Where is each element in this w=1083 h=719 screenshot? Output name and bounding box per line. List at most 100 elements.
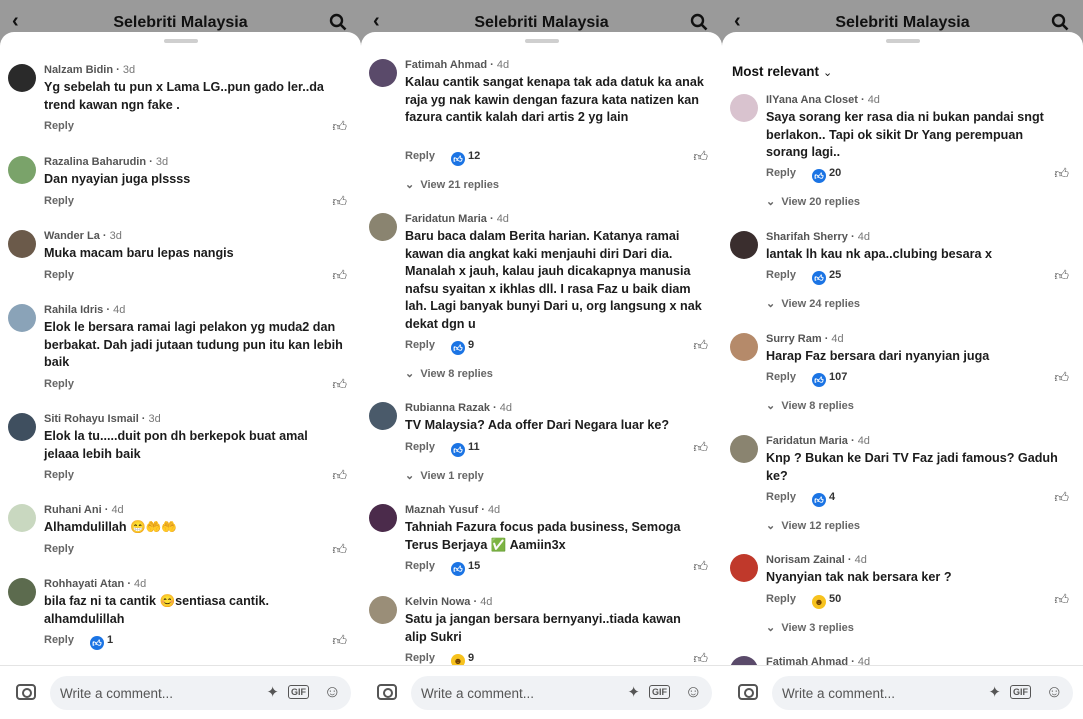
- like-thumb-icon[interactable]: 👍︎: [332, 632, 347, 649]
- author-name[interactable]: Rahila Idris: [44, 304, 103, 316]
- reply-button[interactable]: Reply: [405, 560, 435, 572]
- reaction-count[interactable]: 👍︎ 12: [450, 150, 480, 166]
- like-thumb-icon[interactable]: 👍︎: [332, 267, 347, 284]
- avatar[interactable]: [369, 213, 397, 241]
- reply-button[interactable]: Reply: [44, 634, 74, 646]
- reply-button[interactable]: Reply: [766, 371, 796, 383]
- like-thumb-icon[interactable]: 👍︎: [693, 148, 708, 165]
- view-replies-button[interactable]: ⌄ View 21 replies: [405, 178, 499, 191]
- avatar[interactable]: [8, 304, 36, 332]
- avatar[interactable]: [369, 59, 397, 87]
- comment-author[interactable]: Rubianna Razak · 4d: [405, 402, 512, 414]
- reply-button[interactable]: Reply: [44, 195, 74, 207]
- author-name[interactable]: Surry Ram: [766, 333, 822, 345]
- comment-author[interactable]: Ruhani Ani · 4d: [44, 504, 124, 516]
- sort-dropdown[interactable]: Most relevant ⌄: [732, 64, 832, 79]
- author-name[interactable]: Ruhani Ani: [44, 504, 102, 516]
- like-thumb-icon[interactable]: 👍︎: [332, 541, 347, 558]
- sparkle-sticker-icon[interactable]: ✦: [627, 683, 640, 701]
- reaction-count[interactable]: 👍︎ 107: [811, 371, 847, 387]
- comment-author[interactable]: Wander La · 3d: [44, 230, 122, 242]
- avatar[interactable]: [730, 435, 758, 463]
- comment-input-box[interactable]: ✦ GIF ☺: [411, 676, 712, 710]
- gif-icon[interactable]: GIF: [288, 685, 309, 699]
- comment-author[interactable]: Fatimah Ahmad · 4d: [405, 59, 509, 71]
- like-thumb-icon[interactable]: 👍︎: [1054, 591, 1069, 608]
- emoji-icon[interactable]: ☺: [324, 682, 341, 702]
- view-replies-button[interactable]: ⌄ View 20 replies: [766, 195, 860, 208]
- sparkle-sticker-icon[interactable]: ✦: [988, 683, 1001, 701]
- like-thumb-icon[interactable]: 👍︎: [693, 439, 708, 456]
- camera-icon[interactable]: [738, 684, 758, 700]
- comment-author[interactable]: Kelvin Nowa · 4d: [405, 596, 492, 608]
- reply-button[interactable]: Reply: [766, 269, 796, 281]
- like-thumb-icon[interactable]: 👍︎: [332, 193, 347, 210]
- comment-author[interactable]: Nalzam Bidin · 3d: [44, 64, 135, 76]
- author-name[interactable]: Fatimah Ahmad: [405, 59, 487, 71]
- reply-button[interactable]: Reply: [44, 269, 74, 281]
- view-replies-button[interactable]: ⌄ View 1 reply: [405, 469, 484, 482]
- avatar[interactable]: [8, 64, 36, 92]
- avatar[interactable]: [730, 333, 758, 361]
- search-icon[interactable]: [1051, 13, 1069, 31]
- author-name[interactable]: Siti Rohayu Ismail: [44, 413, 139, 425]
- reply-button[interactable]: Reply: [766, 167, 796, 179]
- reply-button[interactable]: Reply: [405, 652, 435, 664]
- reaction-count[interactable]: 👍︎ 1: [89, 634, 113, 650]
- avatar[interactable]: [730, 554, 758, 582]
- reaction-count[interactable]: 👍︎ 9: [450, 339, 474, 355]
- reaction-count[interactable]: 👍︎ 20: [811, 167, 841, 183]
- avatar[interactable]: [369, 402, 397, 430]
- author-name[interactable]: Wander La: [44, 230, 100, 242]
- like-thumb-icon[interactable]: 👍︎: [693, 558, 708, 575]
- author-name[interactable]: Razalina Baharudin: [44, 156, 146, 168]
- comment-author[interactable]: Surry Ram · 4d: [766, 333, 844, 345]
- avatar[interactable]: [369, 504, 397, 532]
- view-replies-button[interactable]: ⌄ View 12 replies: [766, 519, 860, 532]
- comment-author[interactable]: Siti Rohayu Ismail · 3d: [44, 413, 161, 425]
- avatar[interactable]: [8, 413, 36, 441]
- comment-author[interactable]: Faridatun Maria · 4d: [405, 213, 509, 225]
- comment-input-box[interactable]: ✦ GIF ☺: [772, 676, 1073, 710]
- author-name[interactable]: Faridatun Maria: [405, 213, 487, 225]
- comment-author[interactable]: Maznah Yusuf · 4d: [405, 504, 500, 516]
- author-name[interactable]: IlYana Ana Closet: [766, 94, 858, 106]
- like-thumb-icon[interactable]: 👍︎: [332, 118, 347, 135]
- reaction-count[interactable]: 👍︎ 15: [450, 560, 480, 576]
- comment-input[interactable]: [782, 676, 972, 710]
- emoji-icon[interactable]: ☺: [685, 682, 702, 702]
- like-thumb-icon[interactable]: 👍︎: [332, 467, 347, 484]
- comment-author[interactable]: IlYana Ana Closet · 4d: [766, 94, 880, 106]
- like-thumb-icon[interactable]: 👍︎: [1054, 267, 1069, 284]
- search-icon[interactable]: [690, 13, 708, 31]
- comment-input[interactable]: [421, 676, 611, 710]
- author-name[interactable]: Norisam Zainal: [766, 554, 845, 566]
- camera-icon[interactable]: [16, 684, 36, 700]
- view-replies-button[interactable]: ⌄ View 8 replies: [405, 367, 493, 380]
- camera-icon[interactable]: [377, 684, 397, 700]
- avatar[interactable]: [8, 230, 36, 258]
- drag-handle[interactable]: [163, 39, 198, 43]
- avatar[interactable]: [8, 578, 36, 606]
- avatar[interactable]: [730, 231, 758, 259]
- reaction-count[interactable]: 👍︎ 4: [811, 491, 835, 507]
- reply-button[interactable]: Reply: [44, 378, 74, 390]
- drag-handle[interactable]: [524, 39, 559, 43]
- reply-button[interactable]: Reply: [44, 543, 74, 555]
- author-name[interactable]: Maznah Yusuf: [405, 504, 478, 516]
- reply-button[interactable]: Reply: [405, 339, 435, 351]
- gif-icon[interactable]: GIF: [1010, 685, 1031, 699]
- avatar[interactable]: [369, 596, 397, 624]
- like-thumb-icon[interactable]: 👍︎: [693, 337, 708, 354]
- author-name[interactable]: Nalzam Bidin: [44, 64, 113, 76]
- sparkle-sticker-icon[interactable]: ✦: [266, 683, 279, 701]
- comment-author[interactable]: Razalina Baharudin · 3d: [44, 156, 168, 168]
- like-thumb-icon[interactable]: 👍︎: [1054, 165, 1069, 182]
- reply-button[interactable]: Reply: [766, 491, 796, 503]
- drag-handle[interactable]: [885, 39, 920, 43]
- gif-icon[interactable]: GIF: [649, 685, 670, 699]
- reply-button[interactable]: Reply: [405, 441, 435, 453]
- reaction-count[interactable]: ☻ 50: [811, 593, 841, 609]
- reaction-count[interactable]: 👍︎ 11: [450, 441, 480, 457]
- author-name[interactable]: Kelvin Nowa: [405, 596, 470, 608]
